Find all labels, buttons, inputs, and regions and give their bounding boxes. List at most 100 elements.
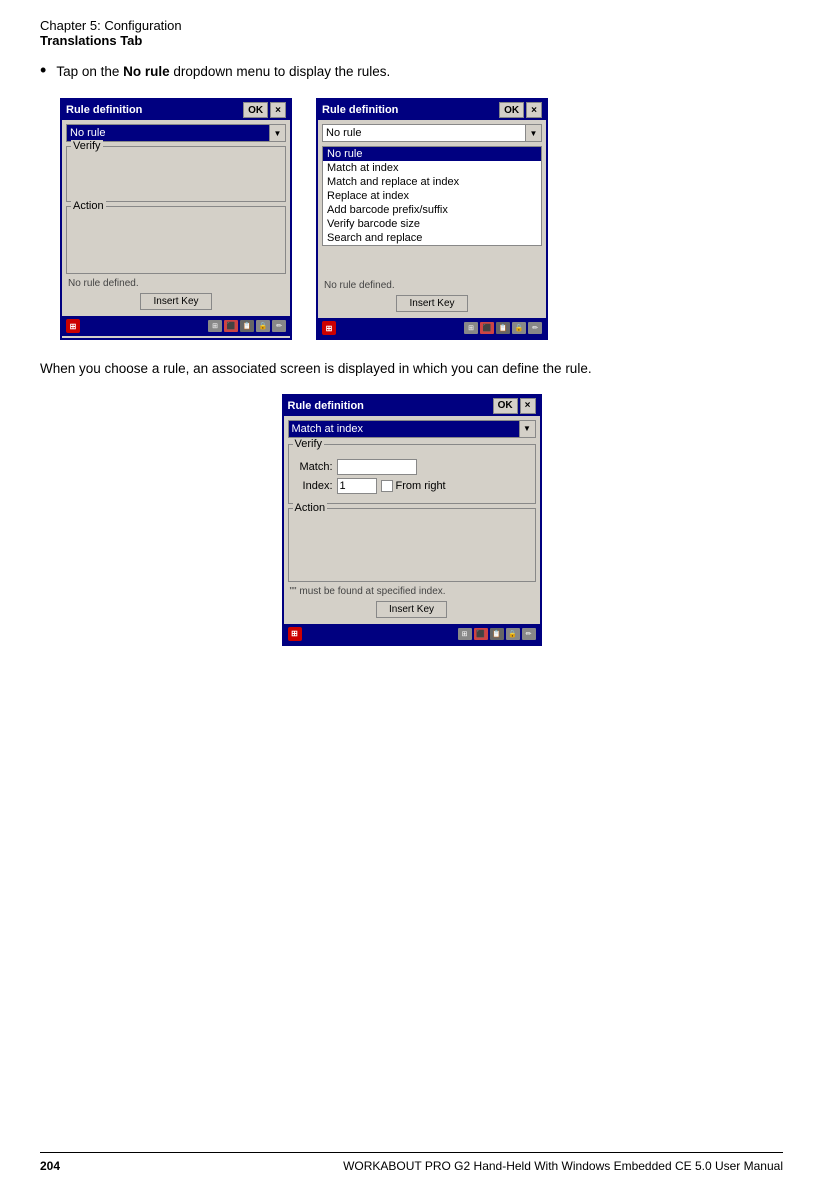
bullet-text: Tap on the No rule dropdown menu to disp… xyxy=(56,62,390,82)
dialog3-action-label: Action xyxy=(293,502,328,514)
dialog2-start-icon: ⊞ xyxy=(322,321,336,335)
dialog1-title: Rule definition xyxy=(66,104,243,116)
dialog1-verify-group: Verify xyxy=(66,146,286,202)
dialog1-verify-content xyxy=(71,159,281,197)
dialog3-container: Rule definition OK × Match at index ▼ xyxy=(40,394,783,646)
dialog2-buttons: OK × xyxy=(499,102,542,118)
dialog3-taskbar-icons: ⊞ ⬛ 📋 🔒 ✏ xyxy=(458,628,536,640)
dialog1-taskbar: ⊞ ⊞ ⬛ 📋 🔒 ✏ xyxy=(62,316,290,336)
dialog1-verify-label: Verify xyxy=(71,140,103,152)
dialog2: Rule definition OK × No rule ▼ xyxy=(316,98,548,340)
dialog2-taskbar-icon-3: 📋 xyxy=(496,322,510,334)
dialog2-title: Rule definition xyxy=(322,104,499,116)
dialog3-from-right-checkbox[interactable] xyxy=(381,480,393,492)
taskbar-icon-1: ⊞ xyxy=(208,320,222,332)
dialog3-taskbar-icon-3: 📋 xyxy=(490,628,504,640)
bullet-rest: dropdown menu to display the rules. xyxy=(170,64,391,79)
dialog3-start-icon: ⊞ xyxy=(288,627,302,641)
dialog2-list-item-5[interactable]: Verify barcode size xyxy=(323,217,541,231)
dialog1-start-button[interactable]: ⊞ xyxy=(66,319,80,333)
dialog3-dropdown-value: Match at index xyxy=(289,421,519,437)
dialog3-action-content xyxy=(293,521,531,577)
dialog3-start-button[interactable]: ⊞ xyxy=(288,627,302,641)
dialog3-title: Rule definition xyxy=(288,400,493,412)
dialog2-titlebar: Rule definition OK × xyxy=(318,100,546,120)
dialog2-list-item-2[interactable]: Match and replace at index xyxy=(323,175,541,189)
dialog3-from-right-text: From right xyxy=(396,480,446,492)
dialog1-dropdown-arrow[interactable]: ▼ xyxy=(269,125,285,141)
dialog2-list-item-3[interactable]: Replace at index xyxy=(323,189,541,203)
dialog2-taskbar-icons: ⊞ ⬛ 📋 🔒 ✏ xyxy=(464,322,542,334)
dialog3-ok-button[interactable]: OK xyxy=(493,398,518,414)
dialog3-taskbar-icon-4: 🔒 xyxy=(506,628,520,640)
dialog3-taskbar-icon-5: ✏ xyxy=(522,628,536,640)
dialog2-dropdown-list: No rule Match at index Match and replace… xyxy=(322,146,542,246)
dialog3-taskbar: ⊞ ⊞ ⬛ 📋 🔒 ✏ xyxy=(284,624,540,644)
dialog3-dropdown-arrow[interactable]: ▼ xyxy=(519,421,535,437)
dialog2-close-button[interactable]: × xyxy=(526,102,542,118)
dialog3-insert-key-button[interactable]: Insert Key xyxy=(376,601,447,618)
dialog3-dropdown[interactable]: Match at index ▼ xyxy=(288,420,536,438)
dialog1-buttons: OK × xyxy=(243,102,286,118)
content-area: • Tap on the No rule dropdown menu to di… xyxy=(40,62,783,646)
footer-section: 204 WORKABOUT PRO G2 Hand-Held With Wind… xyxy=(0,1153,823,1173)
dialog1-action-group: Action xyxy=(66,206,286,274)
dialog2-list-item-6[interactable]: Search and replace xyxy=(323,231,541,245)
taskbar-icon-3: 📋 xyxy=(240,320,254,332)
dialog3-status: "" must be found at specified index. xyxy=(288,586,536,597)
dialog3-match-label: Match: xyxy=(295,461,337,473)
dialog3-index-input[interactable] xyxy=(337,478,377,494)
dialog1-status: No rule defined. xyxy=(66,278,286,289)
dialog3-close-button[interactable]: × xyxy=(520,398,536,414)
dialog2-dropdown[interactable]: No rule ▼ xyxy=(322,124,542,142)
dialog2-spacer xyxy=(322,248,542,278)
dialog2-insert-key-button[interactable]: Insert Key xyxy=(396,295,467,312)
dialog2-taskbar-icon-5: ✏ xyxy=(528,322,542,334)
dialog1-ok-button[interactable]: OK xyxy=(243,102,268,118)
dialog1-dropdown-value: No rule xyxy=(67,125,269,141)
dialog2-body: No rule ▼ No rule Match at index Match a… xyxy=(318,120,546,316)
footer: 204 WORKABOUT PRO G2 Hand-Held With Wind… xyxy=(0,1152,823,1173)
dialog3-verify-group: Verify Match: Index: From right xyxy=(288,444,536,504)
bullet-bold: No rule xyxy=(123,64,170,79)
dialog1: Rule definition OK × No rule ▼ Verify xyxy=(60,98,292,340)
dialog2-dropdown-value: No rule xyxy=(323,125,525,141)
chapter-subtitle: Translations Tab xyxy=(40,33,783,48)
dialog1-insert-key-button[interactable]: Insert Key xyxy=(140,293,211,310)
dialog2-list-item-0[interactable]: No rule xyxy=(323,147,541,161)
chapter-title: Chapter 5: Configuration xyxy=(40,18,783,33)
dialog2-taskbar-icon-2: ⬛ xyxy=(480,322,494,334)
dialog1-titlebar: Rule definition OK × xyxy=(62,100,290,120)
dialog2-start-button[interactable]: ⊞ xyxy=(322,321,336,335)
dialog1-action-label: Action xyxy=(71,200,106,212)
dialog2-ok-button[interactable]: OK xyxy=(499,102,524,118)
paragraph-text: When you choose a rule, an associated sc… xyxy=(40,358,783,380)
dialog3-buttons: OK × xyxy=(493,398,536,414)
dialog3-index-row: Index: From right xyxy=(293,478,531,494)
taskbar-icon-2: ⬛ xyxy=(224,320,238,332)
dialog1-body: No rule ▼ Verify Action No rule defined. xyxy=(62,120,290,314)
dialog2-taskbar-icon-1: ⊞ xyxy=(464,322,478,334)
dialog2-taskbar: ⊞ ⊞ ⬛ 📋 🔒 ✏ xyxy=(318,318,546,338)
dialog1-action-content xyxy=(71,219,281,269)
dialog1-close-button[interactable]: × xyxy=(270,102,286,118)
dialog3-action-group: Action xyxy=(288,508,536,582)
dialog3-match-input[interactable] xyxy=(337,459,417,475)
dialog2-list-item-4[interactable]: Add barcode prefix/suffix xyxy=(323,203,541,217)
screenshots-row: Rule definition OK × No rule ▼ Verify xyxy=(40,98,783,340)
dialog2-dropdown-arrow[interactable]: ▼ xyxy=(525,125,541,141)
taskbar-icon-5: ✏ xyxy=(272,320,286,332)
dialog1-start-icon: ⊞ xyxy=(66,319,80,333)
dialog3-from-right-label: From right xyxy=(381,480,446,492)
paragraph-content: When you choose a rule, an associated sc… xyxy=(40,361,592,376)
dialog2-taskbar-icon-4: 🔒 xyxy=(512,322,526,334)
bullet-intro: Tap on the xyxy=(56,64,123,79)
dialog3-verify-label: Verify xyxy=(293,438,325,450)
taskbar-icon-4: 🔒 xyxy=(256,320,270,332)
dialog3: Rule definition OK × Match at index ▼ xyxy=(282,394,542,646)
dialog2-list-item-1[interactable]: Match at index xyxy=(323,161,541,175)
dialog3-index-label: Index: xyxy=(295,480,337,492)
chapter-header: Chapter 5: Configuration Translations Ta… xyxy=(40,18,783,48)
dialog3-taskbar-icon-1: ⊞ xyxy=(458,628,472,640)
dialog3-titlebar: Rule definition OK × xyxy=(284,396,540,416)
